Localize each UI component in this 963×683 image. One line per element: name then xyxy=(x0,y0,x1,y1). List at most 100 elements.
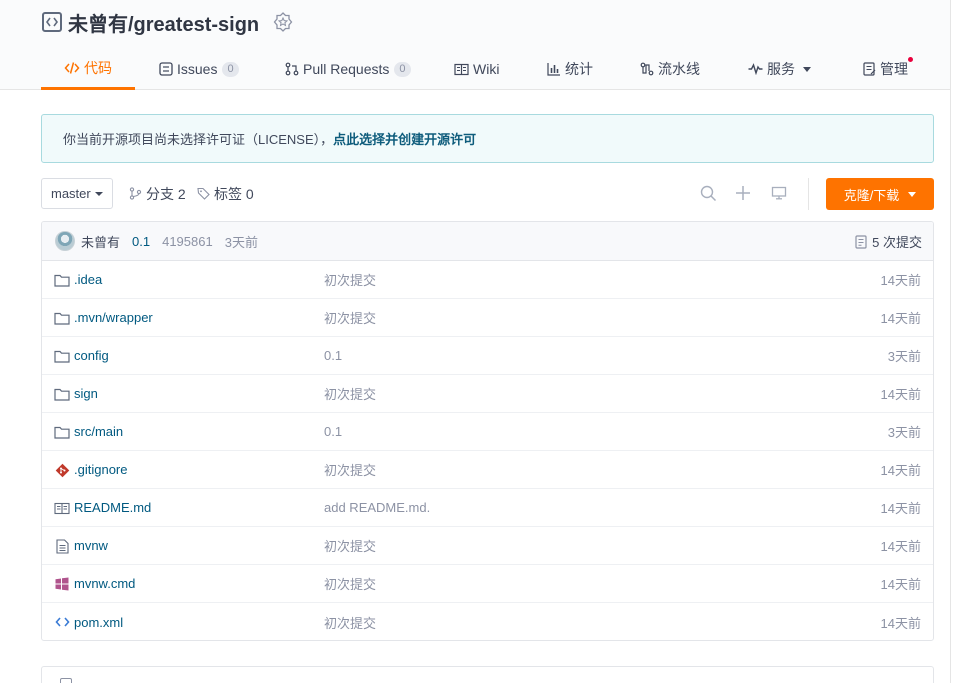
file-row[interactable]: mvnw 初次提交 14天前 xyxy=(42,527,933,565)
file-commit-message[interactable]: 初次提交 xyxy=(324,460,376,479)
tab-wiki[interactable]: Wiki xyxy=(454,48,499,90)
code-icon xyxy=(54,614,70,630)
folder-icon xyxy=(54,310,70,326)
file-row[interactable]: sign 初次提交 14天前 xyxy=(42,375,933,413)
add-file-icon[interactable] xyxy=(735,185,751,201)
repo-code-icon xyxy=(42,12,62,32)
file-name-link[interactable]: mvnw xyxy=(74,538,108,553)
file-name-link[interactable]: .gitignore xyxy=(74,462,127,477)
tab-pipeline[interactable]: 流水线 xyxy=(640,48,700,90)
file-name-link[interactable]: mvnw.cmd xyxy=(74,576,135,591)
file-time: 14天前 xyxy=(880,387,921,402)
file-list: 未曾有 0.1 4195861 3天前 5 次提交 .idea 初次提交 14天… xyxy=(41,221,934,641)
book-icon xyxy=(454,63,469,76)
file-time: 3天前 xyxy=(887,425,921,440)
create-license-link[interactable]: 点此选择并创建开源许可 xyxy=(333,129,476,148)
tab-wiki-label: Wiki xyxy=(473,61,500,77)
tab-issues[interactable]: Issues 0 xyxy=(159,48,239,90)
tab-code[interactable]: 代码 xyxy=(41,48,135,90)
tab-pipeline-label: 流水线 xyxy=(658,61,700,77)
latest-commit-bar: 未曾有 0.1 4195861 3天前 5 次提交 xyxy=(42,222,933,261)
readme-panel-icon xyxy=(60,678,72,683)
tab-services-label: 服务 xyxy=(767,61,795,77)
clone-download-label: 克隆/下载 xyxy=(843,187,900,203)
folder-icon xyxy=(54,386,70,402)
pipeline-icon xyxy=(640,62,654,76)
tab-services-dropdown[interactable]: 服务 xyxy=(748,48,811,90)
file-name-link[interactable]: README.md xyxy=(74,500,151,515)
file-name-link[interactable]: sign xyxy=(74,386,98,401)
file-icon xyxy=(54,538,70,554)
commit-message-link[interactable]: 0.1 xyxy=(132,234,150,249)
folder-icon xyxy=(54,348,70,364)
file-commit-message[interactable]: 初次提交 xyxy=(324,613,376,632)
commit-count-label: 5 次提交 xyxy=(872,235,922,250)
readme-icon xyxy=(54,500,70,516)
branch-select[interactable]: master xyxy=(41,178,113,209)
file-commit-message[interactable]: add README.md. xyxy=(324,500,430,515)
pulls-count-badge: 0 xyxy=(394,61,411,77)
issues-count-badge: 0 xyxy=(222,61,239,77)
code-icon xyxy=(64,61,80,75)
file-name-link[interactable]: config xyxy=(74,348,109,363)
repo-toolbar: master 分支 2 标签 0 克隆/下载 xyxy=(41,178,934,210)
tab-manage[interactable]: 管理 xyxy=(863,48,913,90)
file-time: 14天前 xyxy=(880,311,921,326)
repo-title: 未曾有/greatest-sign xyxy=(42,8,293,37)
avatar[interactable] xyxy=(55,231,75,251)
file-commit-message[interactable]: 初次提交 xyxy=(324,574,376,593)
file-name-link[interactable]: src/main xyxy=(74,424,123,439)
file-time: 3天前 xyxy=(887,349,921,364)
file-row[interactable]: .gitignore 初次提交 14天前 xyxy=(42,451,933,489)
file-time: 14天前 xyxy=(880,577,921,592)
file-row[interactable]: mvnw.cmd 初次提交 14天前 xyxy=(42,565,933,603)
file-time: 14天前 xyxy=(880,501,921,516)
web-ide-icon[interactable] xyxy=(771,185,787,201)
branch-icon xyxy=(129,187,142,200)
file-row[interactable]: pom.xml 初次提交 14天前 xyxy=(42,603,933,640)
commit-list-icon xyxy=(855,234,868,249)
file-name-link[interactable]: .mvn/wrapper xyxy=(74,310,153,325)
tags-link[interactable]: 标签 0 xyxy=(197,178,254,209)
commit-count-link[interactable]: 5 次提交 xyxy=(855,222,922,261)
file-name-link[interactable]: pom.xml xyxy=(74,615,123,630)
branch-select-value: master xyxy=(51,186,91,201)
notification-dot xyxy=(908,57,913,62)
caret-down-icon xyxy=(908,191,917,197)
clone-download-button[interactable]: 克隆/下载 xyxy=(826,178,934,210)
file-row[interactable]: .idea 初次提交 14天前 xyxy=(42,261,933,299)
file-commit-message[interactable]: 初次提交 xyxy=(324,384,376,403)
tag-icon xyxy=(197,187,210,200)
commit-hash[interactable]: 4195861 xyxy=(162,234,213,249)
file-commit-message[interactable]: 0.1 xyxy=(324,348,342,363)
file-commit-message[interactable]: 初次提交 xyxy=(324,270,376,289)
readme-panel xyxy=(41,666,934,683)
tags-label: 标签 0 xyxy=(214,185,254,202)
file-row[interactable]: .mvn/wrapper 初次提交 14天前 xyxy=(42,299,933,337)
file-commit-message[interactable]: 初次提交 xyxy=(324,536,376,555)
tab-pull-requests[interactable]: Pull Requests 0 xyxy=(285,48,411,90)
recommend-badge-icon[interactable] xyxy=(273,12,293,32)
branches-link[interactable]: 分支 2 xyxy=(129,178,186,209)
branches-label: 分支 2 xyxy=(146,185,186,202)
caret-down-icon xyxy=(94,191,103,196)
file-time: 14天前 xyxy=(880,463,921,478)
tab-issues-label: Issues xyxy=(177,61,218,77)
bar-chart-icon xyxy=(547,62,561,76)
file-commit-message[interactable]: 0.1 xyxy=(324,424,342,439)
tab-stats[interactable]: 统计 xyxy=(547,48,593,90)
file-row[interactable]: src/main 0.1 3天前 xyxy=(42,413,933,451)
file-name-link[interactable]: .idea xyxy=(74,272,102,287)
search-icon[interactable] xyxy=(700,185,717,202)
chevron-down-icon xyxy=(803,66,811,72)
folder-icon xyxy=(54,272,70,288)
tab-stats-label: 统计 xyxy=(565,61,593,77)
file-row[interactable]: config 0.1 3天前 xyxy=(42,337,933,375)
file-row[interactable]: README.md add README.md. 14天前 xyxy=(42,489,933,527)
pull-request-icon xyxy=(285,62,299,76)
repo-name-link[interactable]: 未曾有/greatest-sign xyxy=(68,8,259,37)
commit-author-link[interactable]: 未曾有 xyxy=(81,232,120,251)
tab-code-label: 代码 xyxy=(84,59,112,76)
file-commit-message[interactable]: 初次提交 xyxy=(324,308,376,327)
repo-nav: 代码 Issues 0 Pull Requests 0 Wiki 统计 流水线 … xyxy=(0,48,963,90)
